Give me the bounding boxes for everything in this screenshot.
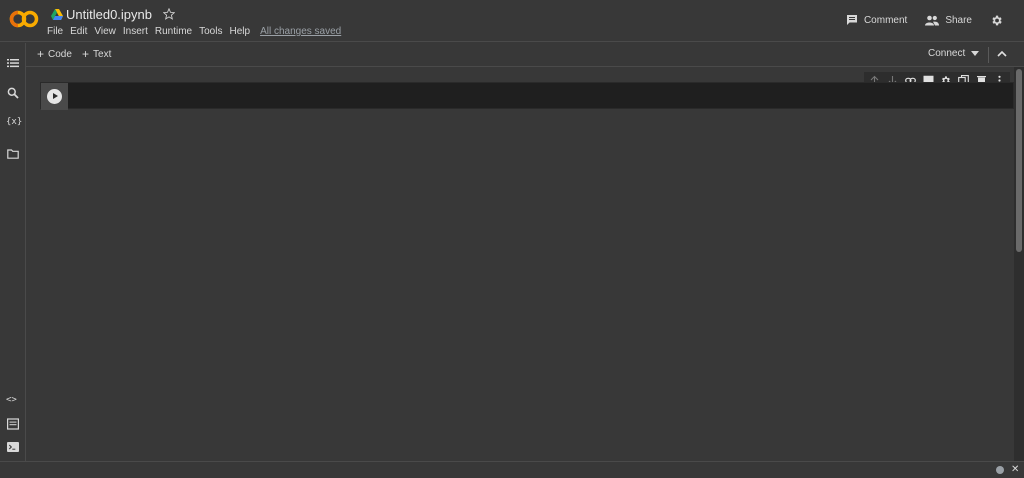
table-of-contents-icon[interactable] xyxy=(7,57,19,69)
folder-icon[interactable] xyxy=(7,148,19,160)
comment-button[interactable]: Comment xyxy=(846,14,907,26)
menu-edit[interactable]: Edit xyxy=(70,25,87,39)
code-editor[interactable] xyxy=(75,89,995,103)
people-icon xyxy=(925,15,940,25)
terminal-icon[interactable] xyxy=(7,441,19,453)
scrollbar-thumb[interactable] xyxy=(1016,69,1022,252)
cell-gutter xyxy=(41,83,68,110)
menu-tools[interactable]: Tools xyxy=(199,25,222,39)
gear-icon xyxy=(992,15,1002,25)
add-code-label: Code xyxy=(48,48,72,60)
menu-help[interactable]: Help xyxy=(229,25,250,39)
connect-button[interactable]: Connect xyxy=(928,48,980,59)
star-icon[interactable] xyxy=(163,8,175,20)
settings-button[interactable] xyxy=(990,14,1009,27)
notebook-title[interactable]: Untitled0.ipynb xyxy=(66,7,152,22)
chevron-up-icon[interactable] xyxy=(997,49,1007,59)
caret-down-icon xyxy=(971,51,980,56)
colab-logo[interactable] xyxy=(8,8,40,30)
variables-icon[interactable]: {x} xyxy=(6,117,22,127)
add-text-label: Text xyxy=(93,48,112,60)
status-bar: ✕ xyxy=(0,461,1024,478)
status-dot-icon xyxy=(996,466,1004,474)
add-code-button[interactable]: + Code xyxy=(37,48,72,60)
code-snippets-icon[interactable]: <> xyxy=(6,395,17,405)
menu-runtime[interactable]: Runtime xyxy=(155,25,192,39)
connect-label: Connect xyxy=(928,48,966,59)
comment-label: Comment xyxy=(863,14,908,26)
header: Untitled0.ipynb File Edit View Insert Ru… xyxy=(0,0,1024,42)
notebook-toolbar: + Code + Text Connect xyxy=(26,43,1024,67)
scrollbar[interactable] xyxy=(1014,67,1024,461)
menu-bar: File Edit View Insert Runtime Tools Help… xyxy=(47,25,341,39)
menu-file[interactable]: File xyxy=(47,25,63,39)
menu-insert[interactable]: Insert xyxy=(123,25,148,39)
share-label: Share xyxy=(945,14,972,26)
left-rail: {x} <> xyxy=(0,43,26,461)
plus-icon: + xyxy=(37,47,45,61)
share-button[interactable]: Share xyxy=(925,15,972,26)
close-icon[interactable]: ✕ xyxy=(1011,464,1019,475)
plus-icon: + xyxy=(82,47,90,61)
code-cell xyxy=(40,82,1014,110)
command-palette-icon[interactable] xyxy=(7,418,19,430)
drive-icon xyxy=(51,8,63,20)
run-cell-button[interactable] xyxy=(47,89,62,104)
search-icon[interactable] xyxy=(7,87,19,99)
comment-icon xyxy=(846,15,857,25)
menu-view[interactable]: View xyxy=(94,25,116,39)
add-text-button[interactable]: + Text xyxy=(82,48,111,60)
save-status-link[interactable]: All changes saved xyxy=(260,25,341,39)
toolbar-divider xyxy=(988,47,989,63)
